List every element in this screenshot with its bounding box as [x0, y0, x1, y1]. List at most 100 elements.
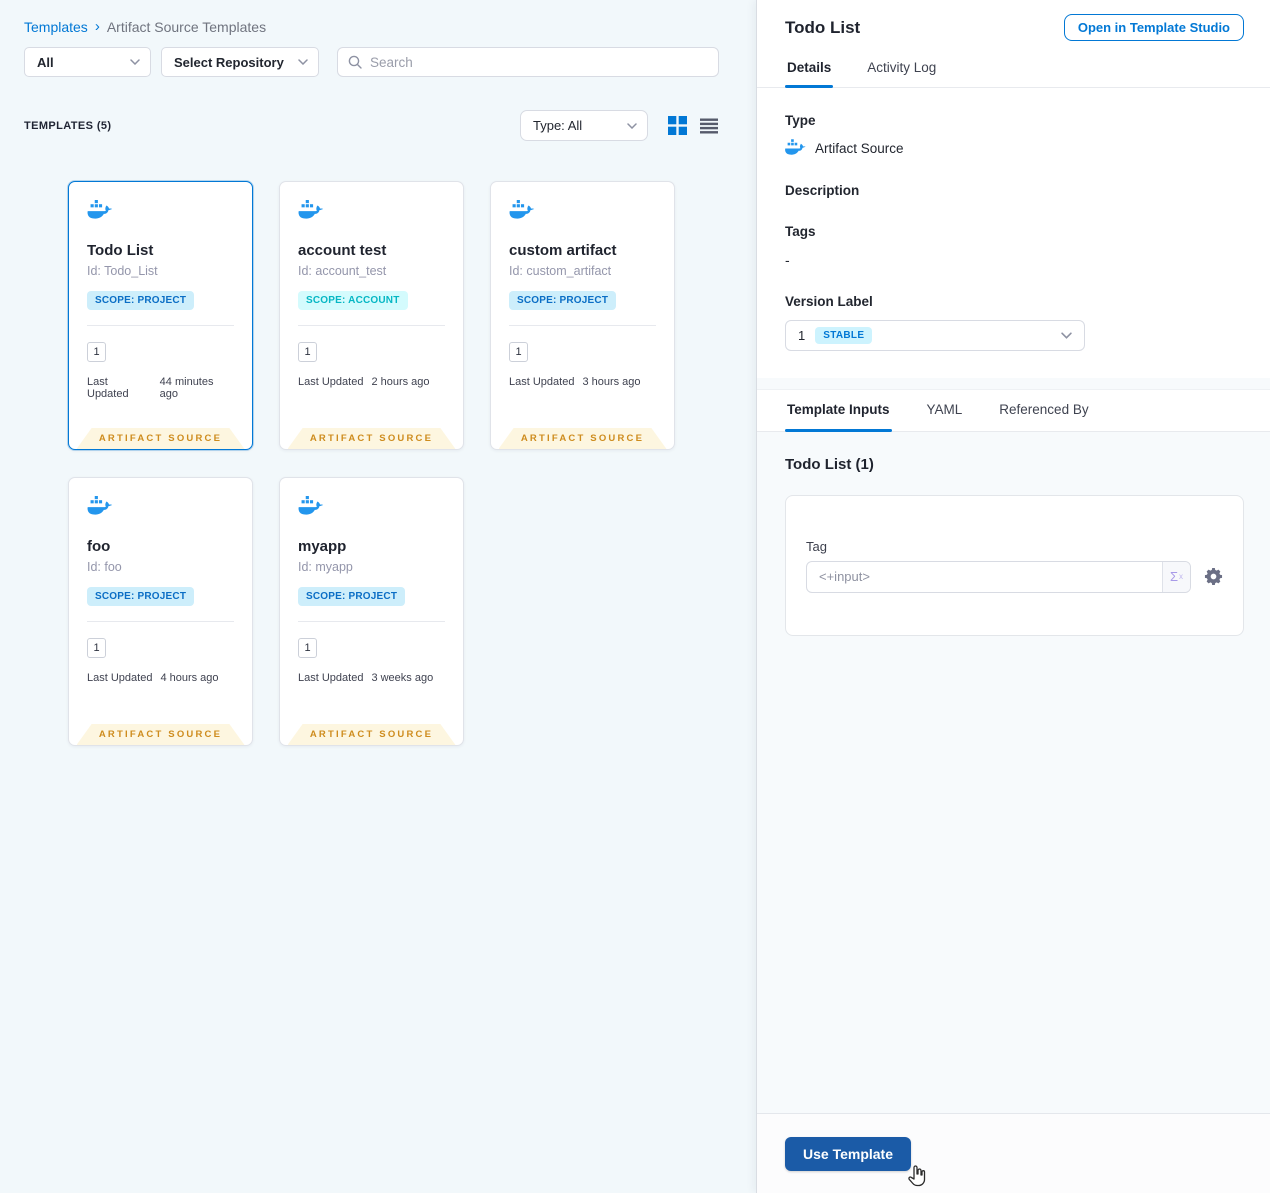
template-id: Id: account_test [298, 264, 387, 278]
scope-badge: SCOPE: ACCOUNT [298, 291, 408, 310]
chevron-down-icon [1061, 332, 1072, 339]
tag-input[interactable] [807, 561, 1162, 592]
divider [87, 621, 234, 622]
version-label: Version Label [785, 294, 873, 309]
search-icon [348, 55, 362, 69]
tab-yaml[interactable]: YAML [925, 390, 965, 431]
inputs-heading: Todo List (1) [785, 456, 874, 473]
sigma-sup-glyph: x [1179, 572, 1184, 581]
version-value: 1 [798, 328, 806, 343]
chevron-down-icon [627, 122, 637, 129]
details-tabs: Details Activity Log [757, 51, 1270, 88]
last-updated-value: 44 minutes ago [159, 376, 214, 400]
tab-template-inputs[interactable]: Template Inputs [785, 390, 892, 432]
template-type-ribbon: ARTIFACT SOURCE [76, 428, 245, 449]
tab-details[interactable]: Details [785, 51, 834, 88]
divider [509, 325, 656, 326]
templates-count-label: TEMPLATES (5) [24, 119, 112, 132]
template-card-myapp[interactable]: myapp Id: myapp SCOPE: PROJECT 1 Last Up… [279, 477, 464, 746]
template-type-ribbon: ARTIFACT SOURCE [287, 724, 456, 745]
app-root: Templates › Artifact Source Templates Al… [0, 0, 1270, 1193]
templates-grid: Todo List Id: Todo_List SCOPE: PROJECT 1… [68, 181, 756, 746]
expression-sigma-icon[interactable]: Σx [1162, 561, 1190, 592]
version-count-badge: 1 [87, 342, 106, 362]
templates-list-panel: Templates › Artifact Source Templates Al… [0, 0, 756, 1193]
divider [298, 621, 445, 622]
chevron-down-icon [298, 59, 308, 65]
last-updated-value: 3 weeks ago [371, 672, 434, 684]
docker-icon [509, 200, 535, 219]
docker-icon [298, 200, 324, 219]
search-box [337, 47, 719, 77]
repository-filter-select[interactable]: Select Repository [161, 47, 319, 77]
template-type-ribbon: ARTIFACT SOURCE [76, 724, 245, 745]
last-updated-value: 4 hours ago [160, 672, 219, 684]
repository-filter-value: Select Repository [174, 54, 284, 70]
gear-icon[interactable] [1204, 567, 1223, 586]
template-id: Id: foo [87, 560, 122, 574]
template-type-ribbon: ARTIFACT SOURCE [498, 428, 667, 449]
list-view-icon[interactable] [700, 118, 718, 134]
search-input[interactable] [370, 54, 708, 70]
scope-badge: SCOPE: PROJECT [87, 291, 195, 310]
version-count-badge: 1 [509, 342, 528, 362]
template-id: Id: myapp [298, 560, 353, 574]
template-name: foo [87, 538, 111, 555]
template-name: Todo List [87, 242, 154, 259]
tag-input-wrap: Σx [806, 560, 1191, 593]
scope-badge: SCOPE: PROJECT [298, 587, 406, 606]
scope-filter-select[interactable]: All [24, 47, 151, 77]
type-filter-select[interactable]: Type: All [520, 110, 648, 141]
scope-badge: SCOPE: PROJECT [509, 291, 617, 310]
docker-icon [87, 200, 113, 219]
template-card-custom-artifact[interactable]: custom artifact Id: custom_artifact SCOP… [490, 181, 675, 450]
version-select[interactable]: 1 STABLE [785, 320, 1085, 351]
tags-label: Tags [785, 224, 816, 239]
panel-title: Todo List [785, 17, 861, 37]
last-updated-label: Last Updated [509, 376, 575, 388]
inputs-tabs: Template Inputs YAML Referenced By [757, 389, 1270, 432]
divider [87, 325, 234, 326]
last-updated-value: 3 hours ago [582, 376, 641, 388]
template-card-account-test[interactable]: account test Id: account_test SCOPE: ACC… [279, 181, 464, 450]
template-id: Id: Todo_List [87, 264, 158, 278]
template-type-ribbon: ARTIFACT SOURCE [287, 428, 456, 449]
open-in-template-studio-button[interactable]: Open in Template Studio [1063, 14, 1244, 41]
template-name: myapp [298, 538, 347, 555]
breadcrumb-templates-link[interactable]: Templates [24, 19, 88, 35]
template-details-panel: Todo List Open in Template Studio Detail… [756, 0, 1270, 1193]
last-updated-label: Last Updated [87, 376, 129, 400]
docker-icon [785, 139, 806, 155]
docker-icon [298, 496, 324, 515]
tab-activity-log[interactable]: Activity Log [865, 51, 938, 87]
tags-value: - [785, 252, 790, 268]
version-count-badge: 1 [87, 638, 106, 658]
template-name: account test [298, 242, 387, 259]
grid-view-icon[interactable] [668, 116, 687, 135]
list-header: TEMPLATES (5) Type: All [24, 110, 756, 141]
template-card-foo[interactable]: foo Id: foo SCOPE: PROJECT 1 Last Update… [68, 477, 253, 746]
type-value: Artifact Source [815, 140, 904, 156]
template-id: Id: custom_artifact [509, 264, 612, 278]
tab-referenced-by[interactable]: Referenced By [997, 390, 1090, 431]
last-updated-label: Last Updated [87, 672, 153, 684]
type-label: Type [785, 113, 816, 128]
tag-field-label: Tag [806, 538, 827, 554]
type-filter-value: Type: All [533, 118, 583, 133]
tag-input-card: Tag Σx [785, 495, 1244, 636]
template-card-todo-list[interactable]: Todo List Id: Todo_List SCOPE: PROJECT 1… [68, 181, 253, 450]
breadcrumb-separator-icon: › [94, 18, 100, 35]
stable-badge: STABLE [815, 327, 873, 344]
last-updated-label: Last Updated [298, 672, 364, 684]
version-count-badge: 1 [298, 638, 317, 658]
use-template-button[interactable]: Use Template [785, 1136, 911, 1171]
template-name: custom artifact [509, 242, 617, 259]
breadcrumb: Templates › Artifact Source Templates [24, 0, 756, 35]
description-label: Description [785, 183, 860, 198]
panel-footer: Use Template [757, 1113, 1270, 1193]
docker-icon [87, 496, 113, 515]
filter-bar: All Select Repository [24, 47, 756, 77]
scope-badge: SCOPE: PROJECT [87, 587, 195, 606]
breadcrumb-current: Artifact Source Templates [106, 18, 267, 35]
chevron-down-icon [130, 59, 140, 65]
